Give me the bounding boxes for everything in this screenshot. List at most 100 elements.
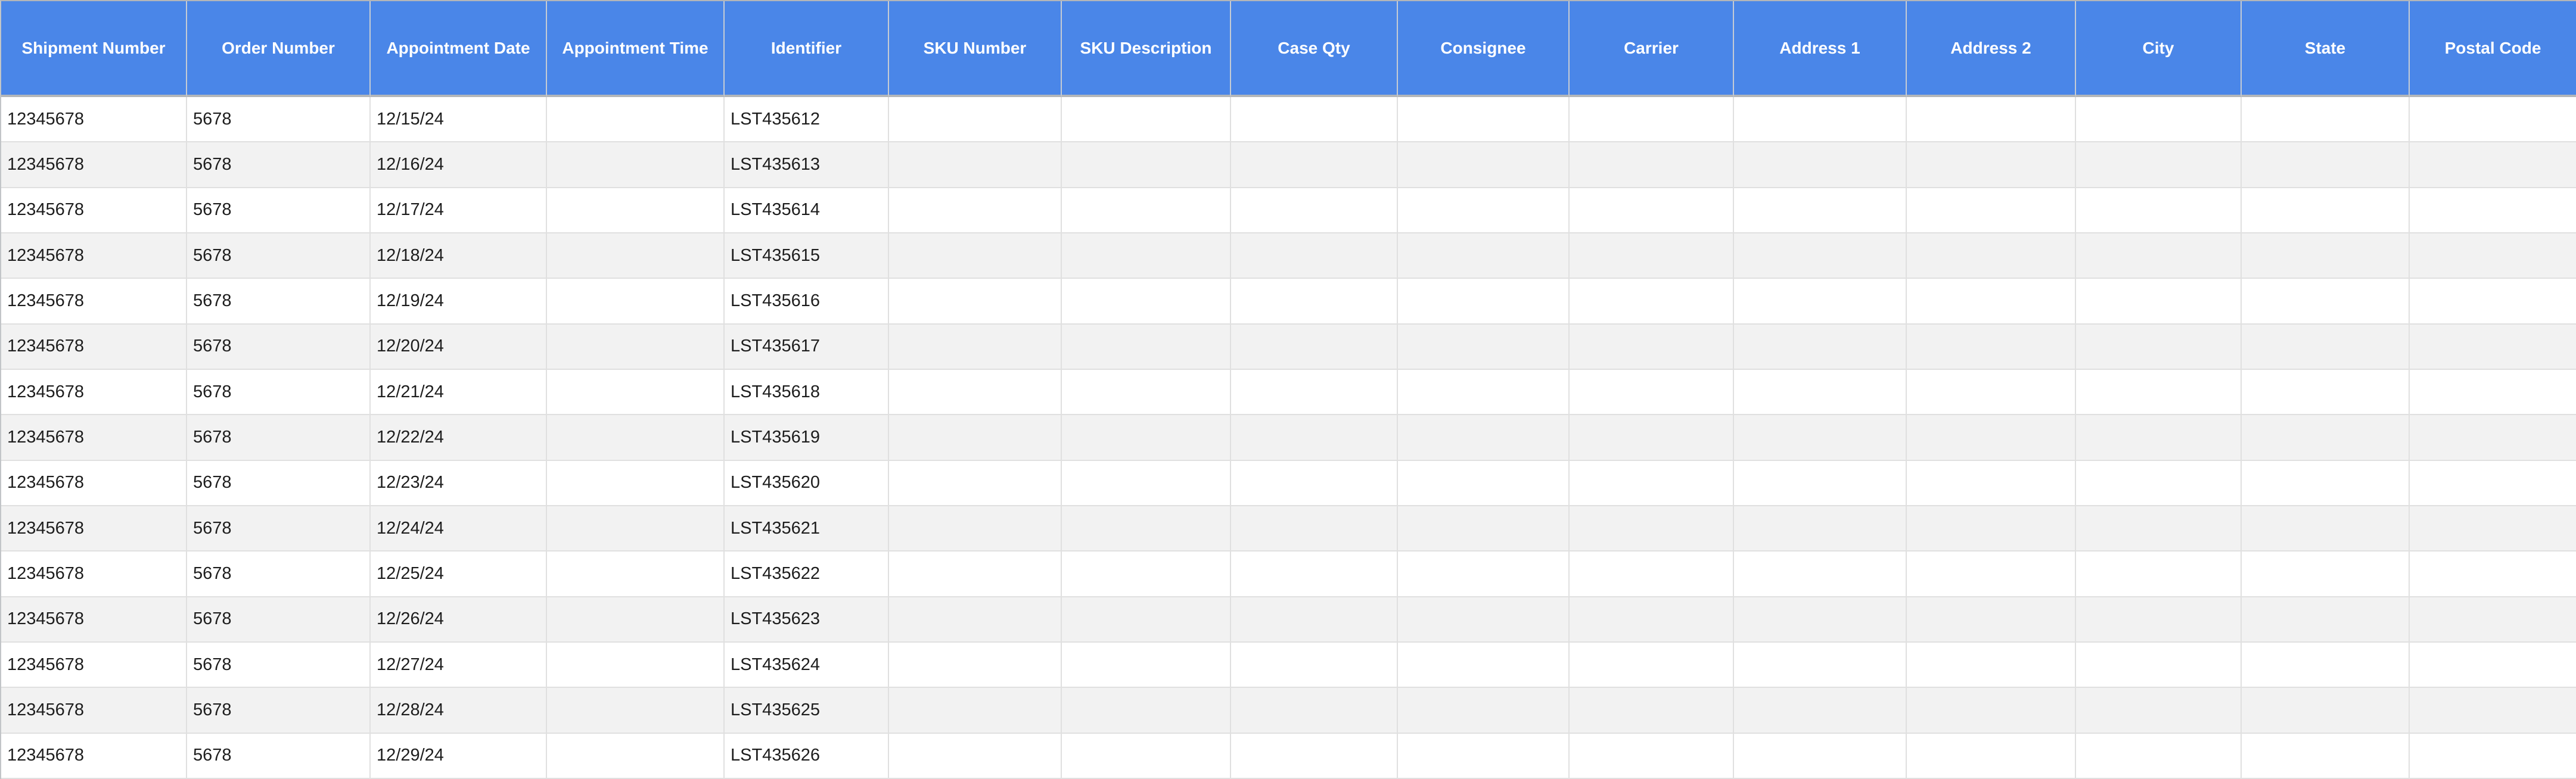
cell-sku-description xyxy=(1062,506,1231,551)
cell-consignee xyxy=(1398,142,1570,188)
cell-shipment-number: 12345678 xyxy=(1,734,187,779)
cell-identifier: LST435620 xyxy=(725,461,889,506)
cell-sku-number xyxy=(889,325,1062,370)
cell-appointment-time xyxy=(547,506,725,551)
cell-case-qty xyxy=(1231,597,1398,643)
cell-shipment-number: 12345678 xyxy=(1,688,187,733)
cell-address-2 xyxy=(1907,506,2076,551)
column-header-appointment-time: Appointment Time xyxy=(547,1,725,97)
cell-sku-number xyxy=(889,734,1062,779)
cell-city xyxy=(2076,415,2242,460)
cell-state xyxy=(2242,97,2410,142)
cell-address-2 xyxy=(1907,233,2076,279)
cell-appointment-date: 12/27/24 xyxy=(371,643,547,688)
cell-appointment-date: 12/21/24 xyxy=(371,370,547,415)
cell-case-qty xyxy=(1231,142,1398,188)
cell-shipment-number: 12345678 xyxy=(1,551,187,597)
table-row: 12345678567812/24/24LST435621 xyxy=(1,506,2576,551)
cell-appointment-date: 12/19/24 xyxy=(371,279,547,324)
cell-order-number: 5678 xyxy=(187,370,371,415)
cell-carrier xyxy=(1570,142,1734,188)
cell-address-2 xyxy=(1907,734,2076,779)
cell-city xyxy=(2076,325,2242,370)
cell-sku-description xyxy=(1062,688,1231,733)
cell-appointment-date: 12/17/24 xyxy=(371,188,547,233)
cell-carrier xyxy=(1570,233,1734,279)
cell-appointment-time xyxy=(547,233,725,279)
cell-consignee xyxy=(1398,461,1570,506)
cell-city xyxy=(2076,370,2242,415)
cell-identifier: LST435624 xyxy=(725,643,889,688)
cell-sku-description xyxy=(1062,188,1231,233)
column-header-case-qty: Case Qty xyxy=(1231,1,1398,97)
cell-identifier: LST435613 xyxy=(725,142,889,188)
cell-state xyxy=(2242,325,2410,370)
cell-postal-code xyxy=(2410,188,2576,233)
cell-postal-code xyxy=(2410,643,2576,688)
cell-address-1 xyxy=(1734,461,1907,506)
cell-address-1 xyxy=(1734,551,1907,597)
cell-case-qty xyxy=(1231,643,1398,688)
cell-sku-number xyxy=(889,688,1062,733)
table-row: 12345678567812/19/24LST435616 xyxy=(1,279,2576,324)
cell-sku-description xyxy=(1062,461,1231,506)
cell-order-number: 5678 xyxy=(187,279,371,324)
cell-sku-number xyxy=(889,370,1062,415)
cell-carrier xyxy=(1570,461,1734,506)
cell-carrier xyxy=(1570,279,1734,324)
cell-sku-number xyxy=(889,461,1062,506)
cell-identifier: LST435622 xyxy=(725,551,889,597)
cell-state xyxy=(2242,415,2410,460)
cell-order-number: 5678 xyxy=(187,688,371,733)
cell-identifier: LST435615 xyxy=(725,233,889,279)
cell-case-qty xyxy=(1231,551,1398,597)
cell-shipment-number: 12345678 xyxy=(1,370,187,415)
cell-order-number: 5678 xyxy=(187,643,371,688)
cell-carrier xyxy=(1570,688,1734,733)
cell-shipment-number: 12345678 xyxy=(1,233,187,279)
cell-identifier: LST435621 xyxy=(725,506,889,551)
cell-city xyxy=(2076,233,2242,279)
cell-sku-description xyxy=(1062,597,1231,643)
cell-state xyxy=(2242,506,2410,551)
cell-case-qty xyxy=(1231,415,1398,460)
cell-case-qty xyxy=(1231,506,1398,551)
cell-consignee xyxy=(1398,188,1570,233)
cell-appointment-date: 12/20/24 xyxy=(371,325,547,370)
cell-identifier: LST435618 xyxy=(725,370,889,415)
cell-postal-code xyxy=(2410,506,2576,551)
cell-appointment-date: 12/24/24 xyxy=(371,506,547,551)
cell-address-2 xyxy=(1907,688,2076,733)
cell-carrier xyxy=(1570,97,1734,142)
table-row: 12345678567812/20/24LST435617 xyxy=(1,325,2576,370)
cell-sku-number xyxy=(889,643,1062,688)
cell-address-2 xyxy=(1907,461,2076,506)
cell-postal-code xyxy=(2410,142,2576,188)
cell-carrier xyxy=(1570,188,1734,233)
cell-address-2 xyxy=(1907,597,2076,643)
column-header-appointment-date: Appointment Date xyxy=(371,1,547,97)
cell-consignee xyxy=(1398,551,1570,597)
column-header-city: City xyxy=(2076,1,2242,97)
table-row: 12345678567812/27/24LST435624 xyxy=(1,643,2576,688)
cell-order-number: 5678 xyxy=(187,551,371,597)
table-row: 12345678567812/23/24LST435620 xyxy=(1,461,2576,506)
cell-sku-description xyxy=(1062,551,1231,597)
cell-sku-number xyxy=(889,506,1062,551)
cell-city xyxy=(2076,142,2242,188)
cell-state xyxy=(2242,142,2410,188)
cell-postal-code xyxy=(2410,325,2576,370)
cell-city xyxy=(2076,597,2242,643)
cell-postal-code xyxy=(2410,370,2576,415)
cell-state xyxy=(2242,734,2410,779)
cell-case-qty xyxy=(1231,188,1398,233)
cell-postal-code xyxy=(2410,734,2576,779)
cell-carrier xyxy=(1570,415,1734,460)
cell-address-2 xyxy=(1907,142,2076,188)
column-header-state: State xyxy=(2242,1,2410,97)
table-row: 12345678567812/28/24LST435625 xyxy=(1,688,2576,733)
cell-city xyxy=(2076,461,2242,506)
cell-identifier: LST435617 xyxy=(725,325,889,370)
cell-shipment-number: 12345678 xyxy=(1,142,187,188)
cell-postal-code xyxy=(2410,279,2576,324)
